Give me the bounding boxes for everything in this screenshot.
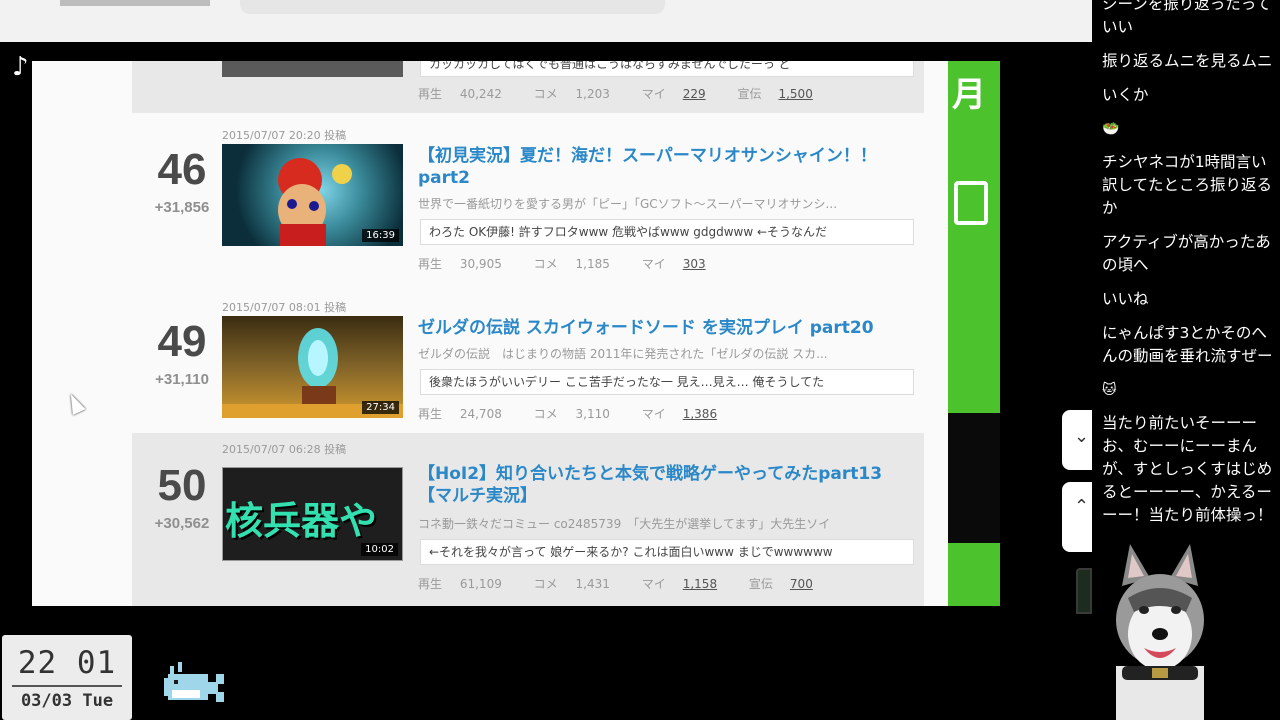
ranking-row: 2015/07/07 08:01 投稿 49 +31,110 27:34 ゼルダ… — [132, 293, 924, 433]
post-date: 2015/07/07 08:01 投稿 — [222, 301, 347, 314]
thumbnail-caption: 核兵器や — [225, 499, 378, 543]
mylists-link[interactable]: 229 — [683, 87, 706, 101]
video-stats: 再生 61,109 コメ 1,431 マイ 1,158 宣伝 700 — [418, 575, 841, 592]
ranking-row: 2015/07/07 06:28 投稿 50 +30,562 核兵器や 10:0… — [132, 433, 924, 606]
chat-message: シーンを振り返ったっていい — [1102, 0, 1271, 36]
mylists-stat: マイ 1,158 — [641, 577, 718, 591]
post-date: 2015/07/07 06:28 投稿 — [222, 443, 347, 456]
chat-message: 当たり前たいそーーーお、むーーにーーまんが、すとしっくすはじめるとーーーー、かえ… — [1102, 414, 1273, 524]
collapse-panel[interactable]: ⌄ — [1062, 410, 1092, 470]
chat-message: チシヤネコが1時間言い訳してたところ振り返るか — [1102, 153, 1273, 217]
ads-link[interactable]: 700 — [790, 577, 813, 591]
comment-preview: 後衆たほうがいいデリー ここ苦手だったな一 見え…見え… 俺そうしてた — [420, 369, 914, 395]
mylists-stat: マイ 303 — [641, 257, 706, 271]
monitor-icon — [954, 181, 988, 225]
video-title-link[interactable]: ゼルダの伝説 スカイウォードソード を実況プレイ part20 — [418, 317, 914, 339]
ads-stat: 宣伝 700 — [748, 577, 813, 591]
video-thumbnail[interactable]: 核兵器や 10:02 — [222, 467, 403, 561]
views-stat: 再生 61,109 — [418, 577, 502, 591]
video-duration: 10:02 — [361, 543, 398, 556]
pixel-whale-icon — [164, 662, 224, 702]
stream-screen: ♪ カッカッカしてはくでも普通はこうはならすみませんでしたーっ ど 再生 40,… — [0, 0, 1280, 720]
chat-emote: 🐱 — [1102, 382, 1117, 398]
views-stat: 再生 40,242 — [418, 87, 502, 101]
views-stat: 再生 30,905 — [418, 257, 502, 271]
comments-stat: コメ 1,203 — [533, 87, 610, 101]
expand-panel[interactable]: ⌃ — [1062, 482, 1092, 552]
comment-preview: わろた OK伊藤! 許すフロタwww 危戦やばwww gdgdwww ←そうなん… — [420, 219, 914, 245]
chat-message: アクティブが高かったあの頃へ — [1102, 233, 1271, 274]
clock-divider — [12, 685, 122, 687]
background-search-box — [240, 0, 665, 14]
chat-message: いいね — [1102, 290, 1149, 308]
ranking-page: カッカッカしてはくでも普通はこうはならすみませんでしたーっ ど 再生 40,24… — [32, 61, 950, 606]
video-thumbnail[interactable]: 16:39 — [222, 144, 403, 246]
chat-emote: 🥗 — [1102, 121, 1120, 137]
video-thumbnail[interactable] — [222, 61, 403, 77]
clock-time: 22 01 — [17, 645, 117, 681]
mylists-link[interactable]: 1,158 — [683, 577, 717, 591]
video-player[interactable]: ♪ カッカッカしてはくでも普通はこうはならすみませんでしたーっ ど 再生 40,… — [2, 43, 1033, 614]
comments-stat: コメ 1,185 — [533, 257, 610, 271]
background-logo — [60, 0, 210, 6]
husky-avatar — [1116, 544, 1204, 720]
comment-preview: カッカッカしてはくでも普通はこうはならすみませんでしたーっ ど — [420, 61, 914, 77]
comment-preview: ←それを我々が言って 娘ゲー来るか? これは面白いwww まじでwwwwww — [420, 539, 914, 565]
side-thumbnail — [1076, 568, 1092, 614]
rank-number: 46 — [157, 145, 207, 194]
clock-widget: 22 01 03/03 Tue — [2, 635, 132, 720]
chat-message: 振り返るムニを見るムニ — [1102, 52, 1273, 70]
rank-number: 50 — [157, 461, 207, 510]
mylists-stat: マイ 229 — [641, 87, 706, 101]
chevron-down-icon[interactable]: ⌄ — [1074, 426, 1089, 447]
video-description: コネ動一鉄々だコミュー co2485739 「大先生が選挙してます」大先生ソイ — [418, 517, 831, 531]
background-browser-bar — [0, 0, 1092, 42]
comments-stat: コメ 3,110 — [533, 407, 610, 421]
mylists-link[interactable]: 303 — [683, 257, 706, 271]
video-duration: 16:39 — [362, 229, 399, 242]
rank-points: +31,110 — [155, 371, 209, 388]
video-stats: 再生 24,708 コメ 3,110 マイ 1,386 — [418, 405, 745, 422]
post-date: 2015/07/07 20:20 投稿 — [222, 129, 347, 142]
video-thumbnail[interactable]: 27:34 — [222, 316, 403, 418]
comments-stat: コメ 1,431 — [533, 577, 610, 591]
video-title-link[interactable]: 【HoI2】知り合いたちと本気で戦略ゲーやってみたpart13【マルチ実況】 — [418, 463, 914, 507]
ads-link[interactable]: 1,500 — [778, 87, 812, 101]
ranking-row: カッカッカしてはくでも普通はこうはならすみませんでしたーっ ど 再生 40,24… — [132, 61, 924, 113]
green-sidebar: 月 — [948, 61, 1000, 606]
video-description: ゼルダの伝説 はじまりの物語 2011年に発売された「ゼルダの伝説 スカ... — [418, 347, 828, 361]
sidebar-gap — [948, 413, 1000, 543]
ads-stat: 宣伝 1,500 — [737, 87, 813, 101]
views-stat: 再生 24,708 — [418, 407, 502, 421]
video-stats: 再生 40,242 コメ 1,203 マイ 229 宣伝 1,500 — [418, 85, 841, 102]
video-description: 世界で一番紙切りを愛する男が「ピー」「GCソフト～スーパーマリオサンシ... — [418, 197, 838, 211]
chat-message: にゃんぱす3とかそのへんの動画を垂れ流すぜー — [1102, 324, 1273, 365]
chat-message: いくか — [1102, 86, 1149, 104]
rank-points: +31,856 — [154, 199, 210, 216]
video-title-link[interactable]: 【初見実況】夏だ！海だ！スーパーマリオサンシャイン！！part2 — [418, 145, 914, 189]
sidebar-glyph: 月 — [952, 75, 986, 115]
video-duration: 27:34 — [362, 401, 399, 414]
ranking-row: 2015/07/07 20:20 投稿 46 +31,856 16:39 【初見… — [132, 121, 924, 285]
clock-date: 03/03 Tue — [20, 691, 114, 711]
video-stats: 再生 30,905 コメ 1,185 マイ 303 — [418, 255, 734, 272]
mylists-link[interactable]: 1,386 — [683, 407, 717, 421]
mylists-stat: マイ 1,386 — [641, 407, 718, 421]
rank-number: 49 — [157, 317, 207, 366]
rank-points: +30,562 — [154, 515, 210, 532]
chevron-up-icon[interactable]: ⌃ — [1074, 496, 1089, 517]
